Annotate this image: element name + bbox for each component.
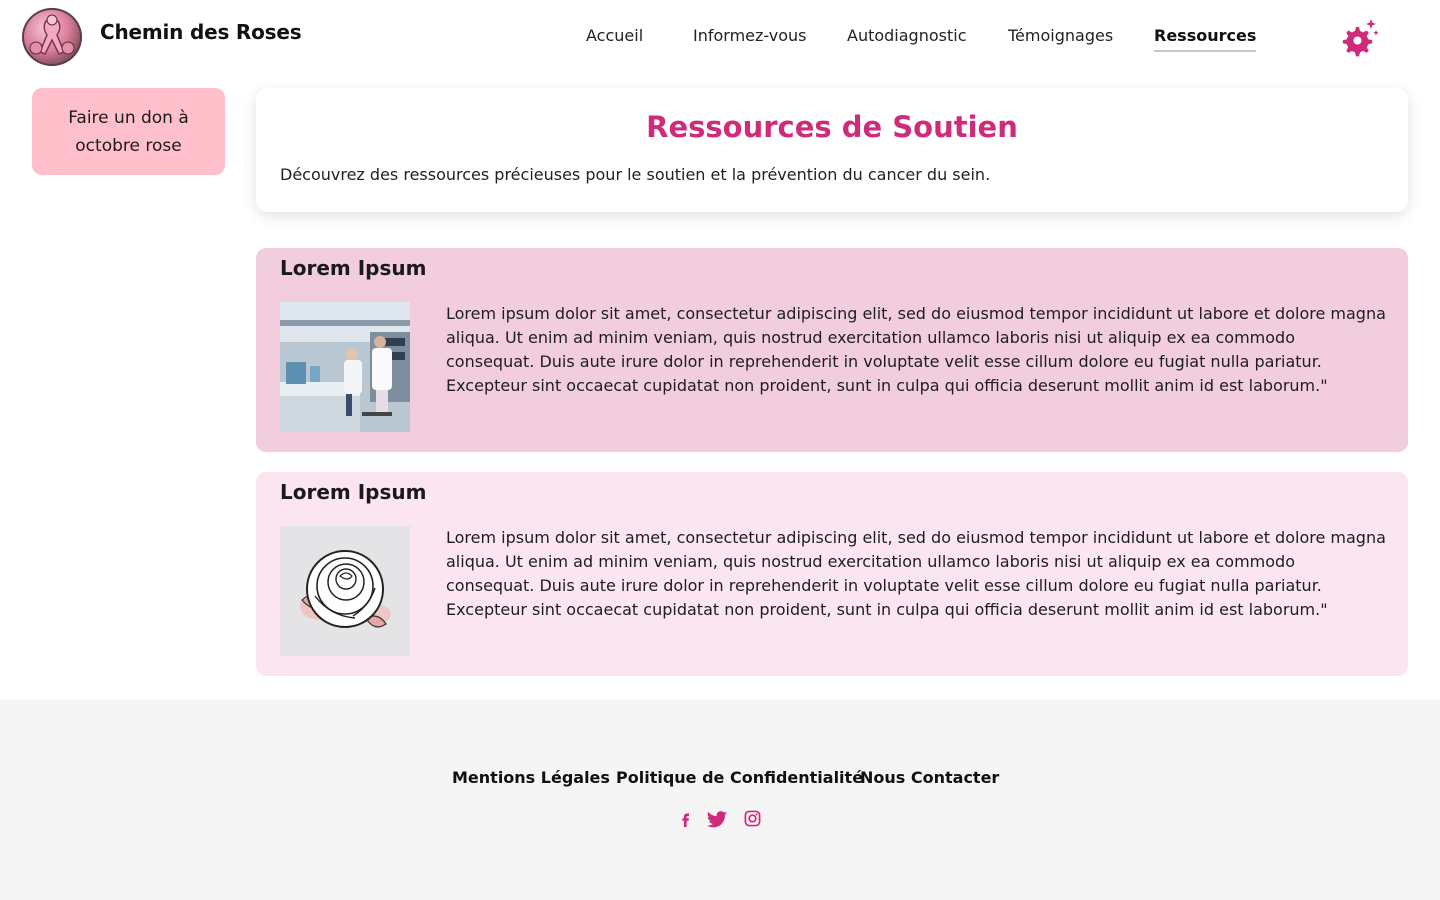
footer-link-nous-contacter[interactable]: Nous Contacter	[860, 768, 999, 787]
page-title: Ressources de Soutien	[646, 110, 1018, 144]
nav-item-autodiagnostic[interactable]: Autodiagnostic	[847, 26, 967, 45]
nav-item-temoignages[interactable]: Témoignages	[1008, 26, 1113, 45]
intro-card: Ressources de Soutien Découvrez des ress…	[256, 88, 1408, 212]
donate-button[interactable]: Faire un don à octobre rose	[32, 88, 225, 175]
rose-illustration-image	[280, 526, 410, 656]
site-footer: Mentions Légales Politique de Confidenti…	[0, 700, 1440, 900]
resource-card: Lorem Ipsum Lorem ipsum dolor sit amet, …	[256, 248, 1408, 452]
nav-item-informez-vous[interactable]: Informez-vous	[693, 26, 806, 45]
brand-name[interactable]: Chemin des Roses	[100, 20, 302, 44]
settings-gear-icon[interactable]	[1336, 18, 1380, 58]
resource-description: Lorem ipsum dolor sit amet, consectetur …	[446, 528, 1386, 619]
facebook-icon[interactable]	[680, 810, 692, 836]
instagram-icon[interactable]	[744, 810, 761, 831]
site-header: Chemin des Roses Accueil Informez-vous A…	[0, 0, 1440, 72]
nav-item-accueil[interactable]: Accueil	[586, 26, 643, 45]
laboratory-image	[280, 302, 410, 432]
resource-card: Lorem Ipsum Lorem ipsum dolor sit amet, …	[256, 472, 1408, 676]
intro-description: Découvrez des ressources précieuses pour…	[280, 165, 991, 184]
footer-link-mentions-legales[interactable]: Mentions Légales	[452, 768, 610, 787]
resource-title: Lorem Ipsum	[280, 480, 427, 504]
pink-ribbon-logo[interactable]	[22, 8, 82, 66]
resource-description: Lorem ipsum dolor sit amet, consectetur …	[446, 304, 1386, 395]
nav-item-ressources[interactable]: Ressources	[1154, 26, 1257, 52]
footer-link-politique-confidentialite[interactable]: Politique de Confidentialité	[616, 768, 863, 787]
twitter-icon[interactable]	[706, 810, 728, 834]
resource-title: Lorem Ipsum	[280, 256, 427, 280]
